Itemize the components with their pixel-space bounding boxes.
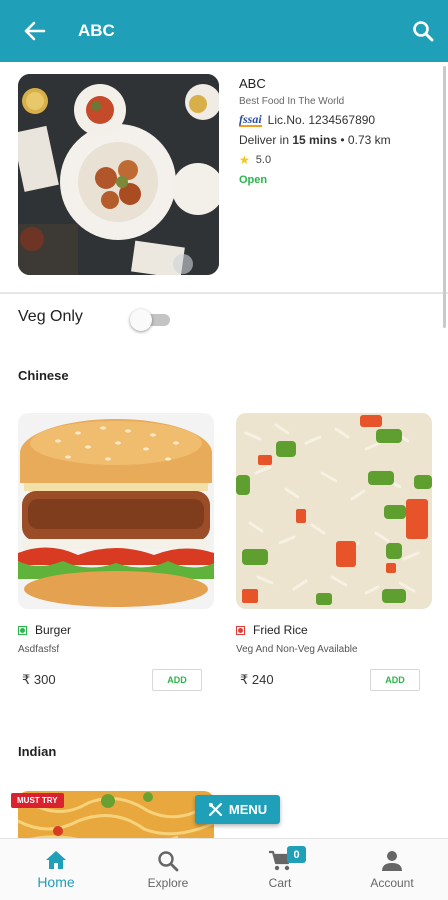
product-image-fried-rice xyxy=(236,413,432,609)
nav-account-label: Account xyxy=(370,875,414,890)
product-price: ₹ 300 xyxy=(22,672,56,687)
menu-button-label: MENU xyxy=(228,802,268,817)
search-button[interactable] xyxy=(408,14,438,48)
rating-value: 5.0 xyxy=(255,154,272,166)
product-image-burger xyxy=(18,413,214,609)
price-row: ₹ 240 ADD xyxy=(236,669,432,693)
star-icon: ★ xyxy=(239,153,250,167)
page-title: ABC xyxy=(78,21,115,40)
price-row: ₹ 300 ADD xyxy=(18,669,214,693)
restaurant-info: ABC Best Food In The World fssai Lic.No.… xyxy=(239,76,391,186)
nav-account[interactable]: Account xyxy=(336,839,448,900)
product-name: Fried Rice xyxy=(253,623,308,637)
app-root: ABC ABC Best Food In The World fssai Lic… xyxy=(0,0,448,900)
product-card-burger[interactable]: Burger Asdfasfsf ₹ 300 ADD xyxy=(18,413,214,693)
delivery-info: Deliver in 15 mins • 0.73 km xyxy=(239,133,391,147)
product-name-row: Burger xyxy=(18,623,214,637)
product-name-row: Fried Rice xyxy=(236,623,432,637)
fork-knife-icon xyxy=(208,802,222,817)
search-icon xyxy=(158,850,179,871)
product-name: Burger xyxy=(35,623,72,637)
category-title-chinese: Chinese xyxy=(18,368,69,383)
home-icon xyxy=(46,850,66,869)
veg-only-toggle[interactable] xyxy=(130,309,170,331)
menu-button[interactable]: MENU xyxy=(195,795,280,824)
bottom-navigation: Home Explore 0 Cart Account xyxy=(0,838,448,900)
license-row: fssai Lic.No. 1234567890 xyxy=(239,113,391,127)
nav-explore[interactable]: Explore xyxy=(112,839,224,900)
restaurant-image xyxy=(18,74,219,275)
nav-home-label: Home xyxy=(37,873,75,890)
add-button[interactable]: ADD xyxy=(152,669,202,691)
license-number: Lic.No. 1234567890 xyxy=(267,113,376,127)
product-card-fried-rice[interactable]: Fried Rice Veg And Non-Veg Available ₹ 2… xyxy=(236,413,432,693)
toggle-thumb xyxy=(130,309,152,331)
scrollbar[interactable] xyxy=(443,66,446,328)
arrow-left-icon xyxy=(24,21,46,41)
veg-icon xyxy=(18,625,27,635)
nav-explore-label: Explore xyxy=(147,875,189,890)
open-status: Open xyxy=(239,174,268,186)
nav-cart-label: Cart xyxy=(268,875,292,890)
top-app-bar: ABC xyxy=(0,0,448,62)
product-description: Asdfasfsf xyxy=(18,644,60,655)
product-description: Veg And Non-Veg Available xyxy=(236,644,358,655)
person-icon xyxy=(382,850,402,871)
nav-home[interactable]: Home xyxy=(0,839,112,900)
veg-only-label: Veg Only xyxy=(18,308,83,325)
restaurant-tagline: Best Food In The World xyxy=(239,96,345,107)
restaurant-name: ABC xyxy=(239,76,266,91)
category-title-indian: Indian xyxy=(18,744,57,759)
add-button[interactable]: ADD xyxy=(370,669,420,691)
must-try-badge: MUST TRY xyxy=(11,793,64,808)
deliver-prefix: Deliver in xyxy=(239,133,293,147)
nav-cart[interactable]: 0 Cart xyxy=(224,839,336,900)
restaurant-header: ABC Best Food In The World fssai Lic.No.… xyxy=(0,62,448,294)
rating-row: ★ 5.0 xyxy=(239,153,391,167)
search-icon xyxy=(413,21,434,42)
back-button[interactable] xyxy=(0,0,70,62)
cart-count-badge: 0 xyxy=(287,846,306,863)
non-veg-icon xyxy=(236,625,245,635)
fssai-logo: fssai xyxy=(239,112,262,127)
product-price: ₹ 240 xyxy=(240,672,274,687)
deliver-time: 15 mins xyxy=(292,133,338,147)
deliver-distance: • 0.73 km xyxy=(337,133,391,147)
